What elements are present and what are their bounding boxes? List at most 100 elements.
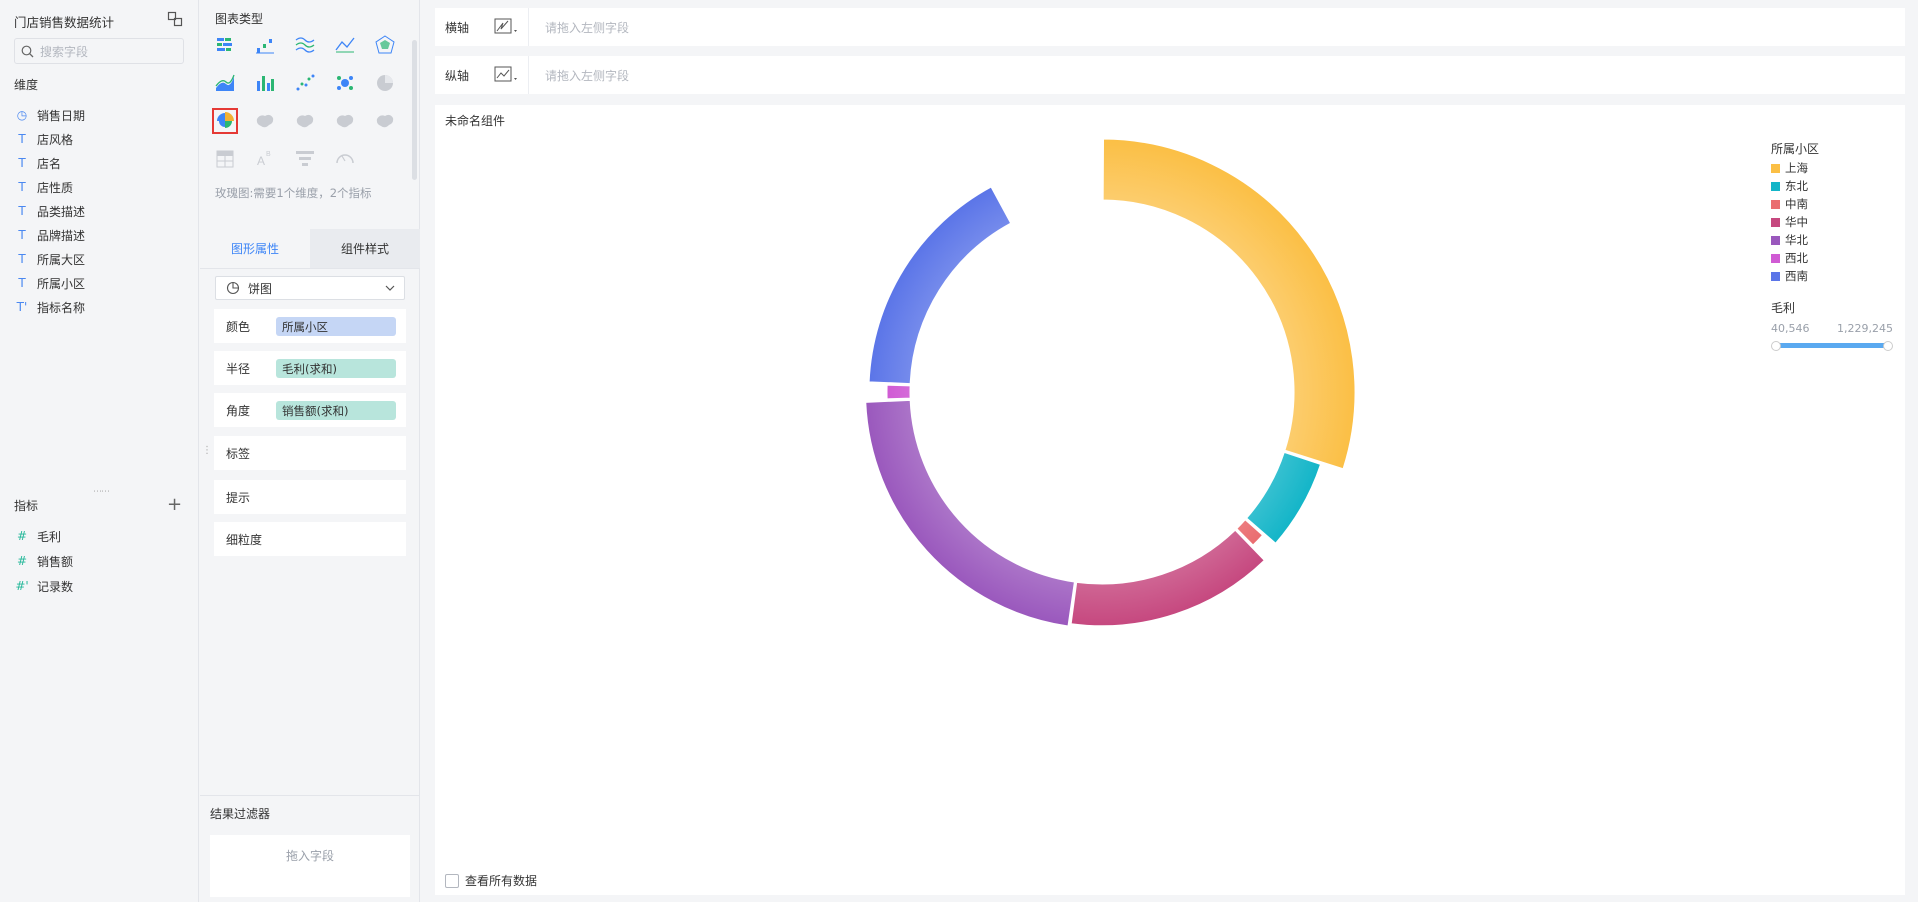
legend-swatch bbox=[1771, 199, 1780, 209]
chart-type-scatter[interactable] bbox=[292, 70, 318, 96]
dimension-field[interactable]: T 品类描述 bbox=[14, 200, 85, 222]
map-icon bbox=[256, 114, 274, 128]
scrollbar[interactable] bbox=[412, 40, 417, 180]
pie-slice-华中[interactable] bbox=[1070, 529, 1265, 627]
switch-dataset-icon[interactable] bbox=[167, 11, 183, 27]
app: 门店销售数据统计 搜索字段 维度 ◷ 销售日期 T 店风格 T 店名 T 店性质 T 品类描述 T 品… bbox=[0, 0, 1918, 902]
measure-field[interactable]: # 毛利 bbox=[14, 525, 61, 547]
chart-type-multi-line[interactable] bbox=[292, 32, 318, 58]
legend-item[interactable]: 西南 bbox=[1771, 267, 1901, 285]
chart-type-funnel[interactable] bbox=[292, 146, 318, 172]
chart-type-bubble-cluster[interactable] bbox=[332, 70, 358, 96]
bubble-cluster-icon bbox=[337, 76, 353, 90]
property-label: 半径 bbox=[226, 361, 251, 376]
view-all-data-toggle[interactable]: 查看所有数据 bbox=[445, 872, 537, 889]
view-all-checkbox[interactable] bbox=[445, 873, 459, 888]
legend-item[interactable]: 东北 bbox=[1771, 177, 1901, 195]
chart-type-line-scatter[interactable] bbox=[332, 32, 358, 58]
component-name[interactable]: 未命名组件 bbox=[445, 112, 505, 129]
measure-field[interactable]: # 销售额 bbox=[14, 550, 73, 572]
add-measure-button[interactable]: + bbox=[167, 496, 182, 514]
legend-item[interactable]: 西北 bbox=[1771, 249, 1901, 267]
chart-type-label: 图表类型 bbox=[215, 12, 264, 26]
dimension-field[interactable]: T 所属小区 bbox=[14, 272, 85, 294]
y-axis-dropzone[interactable]: 纵轴 请拖入左侧字段 bbox=[435, 56, 1905, 94]
svg-text:A: A bbox=[257, 154, 265, 168]
chart-type-pie[interactable] bbox=[372, 70, 398, 96]
legend-label: 华北 bbox=[1785, 233, 1808, 247]
chart-type-rose-pie[interactable] bbox=[212, 108, 238, 134]
tab-component-style[interactable]: 组件样式 bbox=[310, 229, 420, 268]
chart-type-map-heat[interactable] bbox=[332, 108, 358, 134]
dimension-field[interactable]: T 店性质 bbox=[14, 176, 73, 198]
property-row[interactable]: 颜色 所属小区 bbox=[214, 309, 406, 343]
axis-type-icon bbox=[494, 18, 517, 34]
view-all-label: 查看所有数据 bbox=[465, 874, 538, 888]
chart-type-table[interactable] bbox=[212, 146, 238, 172]
chart-type-word-cloud[interactable]: AB bbox=[252, 146, 278, 172]
map-flow-icon bbox=[376, 114, 394, 128]
chart-type-area[interactable] bbox=[212, 70, 238, 96]
y-axis-label: 纵轴 bbox=[445, 68, 470, 83]
chart-type-gauge[interactable] bbox=[332, 146, 358, 172]
pie-slice-东北[interactable] bbox=[1246, 451, 1322, 544]
x-axis-dropzone[interactable]: 横轴 请拖入左侧字段 bbox=[435, 8, 1905, 46]
property-field-pill[interactable]: 销售额(求和) bbox=[276, 401, 396, 420]
chart-type-map[interactable] bbox=[252, 108, 278, 134]
property-row[interactable]: 提示 bbox=[214, 480, 406, 514]
pie-slice-华北[interactable] bbox=[865, 399, 1075, 627]
property-field-pill[interactable]: 毛利(求和) bbox=[276, 359, 396, 378]
chart-subtype-select[interactable]: 饼图 bbox=[215, 276, 405, 300]
property-label: 标签 bbox=[226, 446, 251, 461]
chart-subtype-value: 饼图 bbox=[248, 281, 273, 296]
search-field-input[interactable]: 搜索字段 bbox=[14, 38, 184, 64]
scatter-icon bbox=[296, 74, 315, 91]
size-range-slider[interactable] bbox=[1771, 341, 1893, 351]
pie-slice-西北[interactable] bbox=[886, 384, 911, 400]
filter-placeholder: 拖入字段 bbox=[285, 849, 334, 863]
multi-series-bar-icon bbox=[217, 38, 232, 51]
chart-type-stacked-bar[interactable] bbox=[252, 32, 278, 58]
legend-swatch bbox=[1771, 271, 1780, 281]
pie-icon bbox=[377, 75, 393, 91]
property-row[interactable]: 角度 销售额(求和) bbox=[214, 393, 406, 427]
property-row[interactable]: 半径 毛利(求和) bbox=[214, 351, 406, 385]
dimension-field-label: 销售日期 bbox=[37, 108, 86, 123]
text-type-icon: T bbox=[18, 276, 26, 290]
slider-min-handle[interactable] bbox=[1771, 341, 1781, 351]
dimension-field[interactable]: T 店名 bbox=[14, 152, 61, 174]
property-field-pill[interactable]: 所属小区 bbox=[276, 317, 396, 336]
pie-slice-上海[interactable] bbox=[1102, 138, 1356, 470]
chart-type-map-bubble[interactable] bbox=[292, 108, 318, 134]
x-axis-type-dropdown[interactable] bbox=[485, 8, 529, 46]
text-type-icon: T bbox=[18, 228, 26, 242]
measure-field[interactable]: #' 记录数 bbox=[14, 575, 73, 597]
tab-graph-properties[interactable]: 图形属性 bbox=[200, 229, 310, 268]
pie-slice-西南[interactable] bbox=[868, 186, 1012, 385]
panel-resize-handle-icon[interactable]: ⋮ bbox=[202, 445, 212, 456]
chart-type-map-flow[interactable] bbox=[372, 108, 398, 134]
property-row[interactable]: 细粒度 bbox=[214, 522, 406, 556]
chart-type-radar[interactable] bbox=[372, 32, 398, 58]
text-type-icon: T bbox=[18, 252, 26, 266]
y-axis-type-dropdown[interactable] bbox=[485, 56, 529, 94]
measure-field-label: 毛利 bbox=[37, 529, 62, 544]
chart-type-column[interactable] bbox=[252, 70, 278, 96]
legend-item[interactable]: 华中 bbox=[1771, 213, 1901, 231]
dimension-field[interactable]: ◷ 销售日期 bbox=[14, 104, 85, 126]
legend-item[interactable]: 华北 bbox=[1771, 231, 1901, 249]
legend-item[interactable]: 中南 bbox=[1771, 195, 1901, 213]
dimension-field[interactable]: T' 指标名称 bbox=[14, 296, 85, 318]
text-type-icon: T bbox=[18, 204, 26, 218]
slider-max-handle[interactable] bbox=[1883, 341, 1893, 351]
dimension-field-label: 指标名称 bbox=[37, 300, 86, 315]
property-row[interactable]: 标签 bbox=[214, 436, 406, 470]
legend-item[interactable]: 上海 bbox=[1771, 159, 1901, 177]
dimension-field[interactable]: T 所属大区 bbox=[14, 248, 85, 270]
resize-handle-icon[interactable]: ⋯⋯ bbox=[93, 487, 110, 497]
axis-type-icon bbox=[494, 66, 517, 82]
dimension-field[interactable]: T 店风格 bbox=[14, 128, 73, 150]
result-filter-dropzone[interactable]: 拖入字段 bbox=[210, 835, 410, 897]
dimension-field[interactable]: T 品牌描述 bbox=[14, 224, 85, 246]
chart-type-multi-series-bar[interactable] bbox=[212, 32, 238, 58]
